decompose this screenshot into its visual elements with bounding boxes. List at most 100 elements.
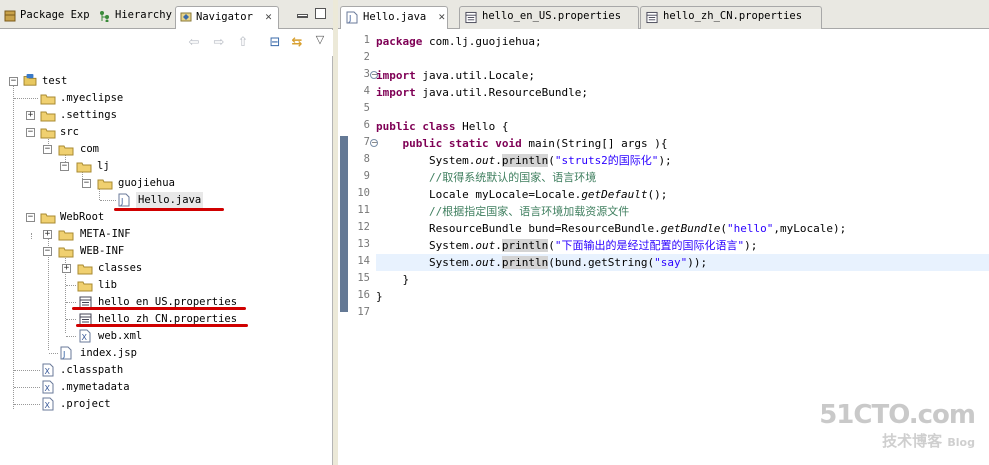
tree-item-myeclipse[interactable]: .myeclipse (0, 90, 333, 107)
expand-icon[interactable]: + (62, 264, 71, 273)
line-number: 16 (357, 289, 370, 301)
tree-item-classpath[interactable]: X .classpath (0, 362, 333, 379)
svg-text:X: X (45, 367, 51, 376)
line-number: 3 (363, 68, 370, 80)
minimize-button[interactable] (297, 14, 308, 18)
collapse-icon[interactable]: − (26, 128, 35, 137)
link-with-editor-icon[interactable]: ⇆ (290, 36, 304, 50)
code-line: import java.util.ResourceBundle; (376, 86, 588, 99)
line-number: 7 (363, 136, 370, 148)
tree-item-com[interactable]: − com (0, 141, 333, 158)
tree-item-web-xml[interactable]: X web.xml (0, 328, 333, 345)
code-line: //根据指定国家、语言环境加载资源文件 (428, 205, 630, 218)
up-arrow-icon[interactable]: ⇧ (236, 36, 250, 50)
tree-item-project[interactable]: X .project (0, 396, 333, 413)
line-number: 8 (363, 153, 370, 165)
svg-text:X: X (45, 384, 51, 393)
editor-tab-hello-java[interactable]: J Hello.java ✕ (340, 6, 448, 29)
tree-item-guojiehua[interactable]: − guojiehua (0, 175, 333, 192)
expand-icon[interactable]: + (26, 111, 35, 120)
watermark-logo: 51CTO.com 技术博客 Blog (819, 400, 976, 451)
tree-item-label: .project (60, 398, 111, 410)
tab-package-explorer[interactable]: Package Exp (0, 6, 96, 29)
line-number: 14 (357, 255, 370, 267)
folder-icon (97, 179, 113, 190)
tab-hierarchy[interactable]: Hierarchy (95, 6, 178, 29)
svg-text:X: X (45, 401, 51, 410)
tree-item-classes[interactable]: + classes (0, 260, 333, 277)
collapse-icon[interactable]: − (60, 162, 69, 171)
tab-navigator[interactable]: Navigator ✕ (175, 6, 279, 29)
code-line-current: System.out.println(bund.getString("say")… (376, 254, 989, 271)
collapse-icon[interactable]: − (9, 77, 18, 86)
forward-arrow-icon[interactable]: ⇨ (212, 36, 226, 50)
collapse-all-icon[interactable]: ⊟ (268, 36, 282, 50)
tree-item-label: guojiehua (118, 177, 175, 189)
collapse-icon[interactable]: − (43, 247, 52, 256)
folder-icon (58, 230, 74, 241)
line-number: 17 (357, 306, 370, 318)
xml-file-icon: X (79, 329, 91, 343)
tab-label: hello_en_US.properties (482, 10, 622, 22)
folder-icon (77, 281, 93, 292)
tab-label: Navigator (196, 11, 253, 23)
line-number: 11 (357, 204, 370, 216)
close-icon[interactable]: ✕ (439, 10, 446, 23)
tree-item-label: com (80, 143, 99, 155)
view-tab-bar: Package Exp Hierarchy Navigator ✕ (0, 0, 333, 29)
tree-item-label: .myeclipse (60, 92, 124, 104)
editor-tab-bar: J Hello.java ✕ hello_en_US.properties he… (338, 0, 989, 29)
maximize-button[interactable] (315, 8, 326, 19)
tree-item-label: .settings (60, 109, 117, 121)
properties-file-icon (465, 11, 477, 24)
collapse-icon[interactable]: − (26, 213, 35, 222)
tree-item-lib[interactable]: lib (0, 277, 333, 294)
collapse-icon[interactable]: − (82, 179, 91, 188)
folder-icon (77, 264, 93, 275)
code-line: System.out.println("struts2的国际化"); (376, 154, 672, 167)
back-arrow-icon[interactable]: ⇦ (187, 36, 201, 50)
tree-item-label: classes (98, 262, 143, 274)
expand-icon[interactable]: + (43, 230, 52, 239)
code-line: public class Hello { (376, 120, 509, 133)
line-number: 1 (363, 34, 370, 46)
line-number: 2 (363, 51, 370, 63)
navigator-icon (180, 12, 192, 22)
folder-icon (40, 111, 56, 122)
collapse-icon[interactable]: − (43, 145, 52, 154)
tab-label: hello_zh_CN.properties (663, 10, 803, 22)
tree-item-src[interactable]: − src (0, 124, 333, 141)
tree-item-settings[interactable]: + .settings (0, 107, 333, 124)
xml-file-icon: X (42, 363, 54, 377)
java-file-icon: J (346, 11, 358, 24)
tree-item-test[interactable]: − test (0, 73, 333, 90)
tree-item-lj[interactable]: − lj (0, 158, 333, 175)
watermark-text: Blog (947, 436, 975, 449)
tree-item-meta-inf[interactable]: + META-INF (0, 226, 333, 243)
code-line: } (376, 273, 410, 286)
tree-item-label: index.jsp (80, 347, 137, 359)
hierarchy-icon (100, 11, 109, 22)
folder-icon (40, 213, 56, 224)
tree-item-hello-java[interactable]: J Hello.java (0, 192, 333, 209)
tree-item-webroot[interactable]: − WebRoot (0, 209, 333, 226)
tree-item-mymetadata[interactable]: X .mymetadata (0, 379, 333, 396)
code-line: ResourceBundle bund=ResourceBundle.getBu… (376, 222, 847, 235)
tree-item-web-inf[interactable]: − WEB-INF (0, 243, 333, 260)
folder-icon (40, 94, 56, 105)
editor-tab-hello-en-us[interactable]: hello_en_US.properties (459, 6, 639, 29)
tree-item-label: .mymetadata (60, 381, 130, 393)
line-number: 13 (357, 238, 370, 250)
tree-item-label: Hello.java (136, 192, 204, 209)
line-number: 4 (363, 85, 370, 97)
editor-tab-hello-zh-cn[interactable]: hello_zh_CN.properties (640, 6, 822, 29)
tree-item-index-jsp[interactable]: J index.jsp (0, 345, 333, 362)
view-menu-icon[interactable]: ▽ (313, 33, 327, 47)
code-line: System.out.println("下面输出的是经过配置的国际化语言"); (376, 239, 758, 252)
code-line: import java.util.Locale; (376, 69, 535, 82)
properties-file-icon (646, 11, 658, 24)
line-number: 9 (363, 170, 370, 182)
close-icon[interactable]: ✕ (265, 10, 272, 23)
